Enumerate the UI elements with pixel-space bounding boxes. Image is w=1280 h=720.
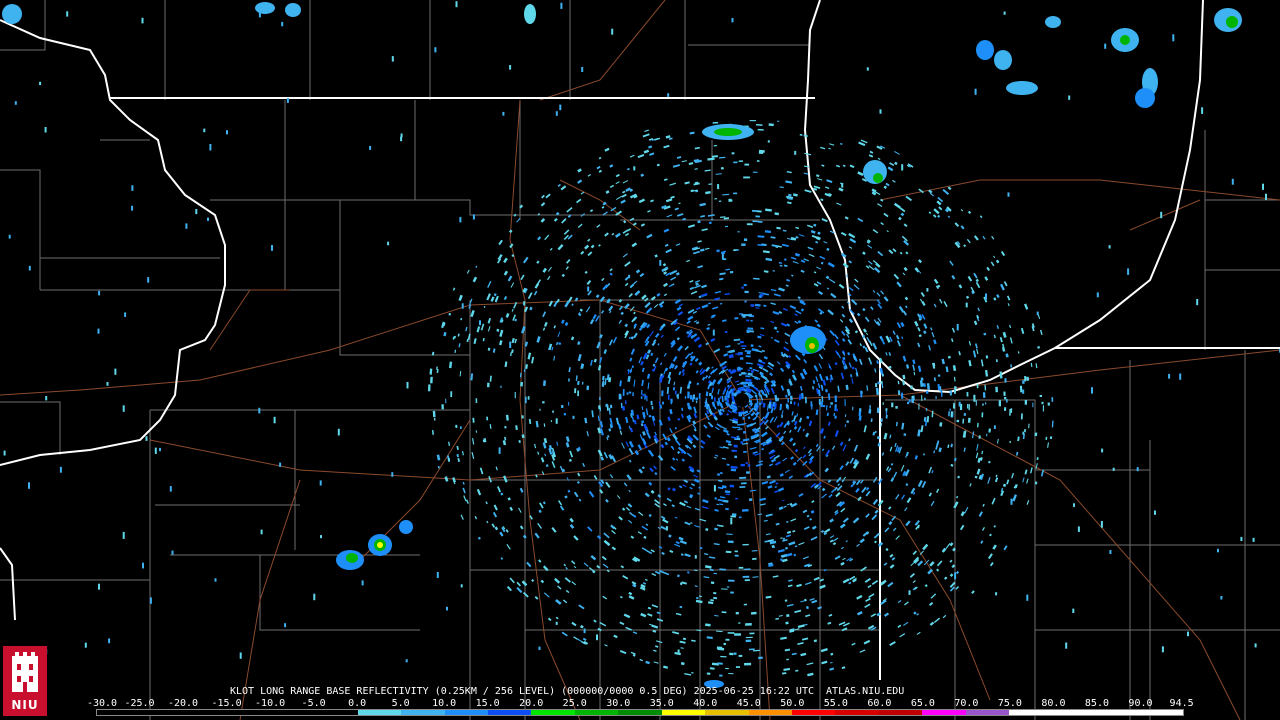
scale-tick-label: 70.0 — [954, 698, 979, 709]
scale-color-swatch — [357, 710, 402, 715]
scale-tick-label: 80.0 — [1041, 698, 1066, 709]
scale-color-swatch — [97, 710, 141, 715]
scale-tick-label: 65.0 — [910, 698, 935, 709]
scale-color-swatch — [878, 710, 923, 715]
scale-tick-label: 5.0 — [391, 698, 410, 709]
scale-color-swatch — [661, 710, 706, 715]
scale-tick-label: 0.0 — [348, 698, 367, 709]
scale-tick-label: 55.0 — [823, 698, 848, 709]
scale-color-swatch — [1052, 710, 1097, 715]
scale-tick-label: -20.0 — [167, 698, 199, 709]
scale-color-swatch — [1096, 710, 1140, 715]
scale-color-swatch — [705, 710, 749, 715]
scale-color-swatch — [965, 710, 1010, 715]
scale-color-swatch — [835, 710, 879, 715]
scale-tick-label: -5.0 — [301, 698, 326, 709]
scale-color-swatch — [444, 710, 488, 715]
scale-color-swatch — [531, 710, 575, 715]
scale-color-swatch — [748, 710, 792, 715]
scale-tick-label: -10.0 — [255, 698, 286, 709]
scale-tick-label: 15.0 — [475, 698, 500, 709]
scale-color-swatch — [1139, 710, 1183, 715]
logo-text: NIU — [11, 698, 39, 712]
color-scale-ticks: -30.0 -25.0 -20.0 -15.0 -10.0 -5.0 0.0 5.0 10.0 1… — [87, 698, 1194, 709]
scale-color-swatch — [227, 710, 271, 715]
scale-color-swatch — [1009, 710, 1053, 715]
scale-color-swatch — [314, 710, 358, 715]
scale-tick-label: 90.0 — [1128, 698, 1153, 709]
scale-tick-label: 60.0 — [867, 698, 892, 709]
scale-color-swatch — [922, 710, 966, 715]
castle-icon — [12, 652, 38, 692]
scale-color-swatch — [792, 710, 836, 715]
scale-color-swatch — [574, 710, 619, 715]
scale-tick-label: 85.0 — [1084, 698, 1109, 709]
scale-tick-label: 10.0 — [432, 698, 457, 709]
scale-color-swatch — [487, 710, 532, 715]
scale-tick-label: 20.0 — [519, 698, 544, 709]
product-title: KLOT LONG RANGE BASE REFLECTIVITY (0.25K… — [230, 686, 905, 697]
color-scale-bar — [96, 709, 1184, 716]
scale-color-swatch — [618, 710, 662, 715]
scale-color-swatch — [401, 710, 445, 715]
radar-site-marker — [735, 393, 749, 407]
scale-tick-label: 30.0 — [606, 698, 631, 709]
scale-tick-label: -15.0 — [211, 698, 242, 709]
scale-tick-label: 50.0 — [780, 698, 805, 709]
radar-map — [0, 0, 1280, 720]
scale-color-swatch — [270, 710, 315, 715]
scale-tick-label: 35.0 — [649, 698, 674, 709]
scale-color-swatch — [140, 710, 184, 715]
scale-tick-label: -25.0 — [124, 698, 155, 709]
niu-logo: NIU — [3, 646, 47, 716]
scale-tick-label: -30.0 — [86, 698, 118, 709]
scale-tick-label: 75.0 — [997, 698, 1022, 709]
scale-tick-label: 45.0 — [736, 698, 761, 709]
scale-tick-label: 94.5 — [1169, 698, 1194, 709]
scale-tick-label: 40.0 — [693, 698, 718, 709]
scale-tick-label: 25.0 — [562, 698, 587, 709]
scale-color-swatch — [183, 710, 228, 715]
